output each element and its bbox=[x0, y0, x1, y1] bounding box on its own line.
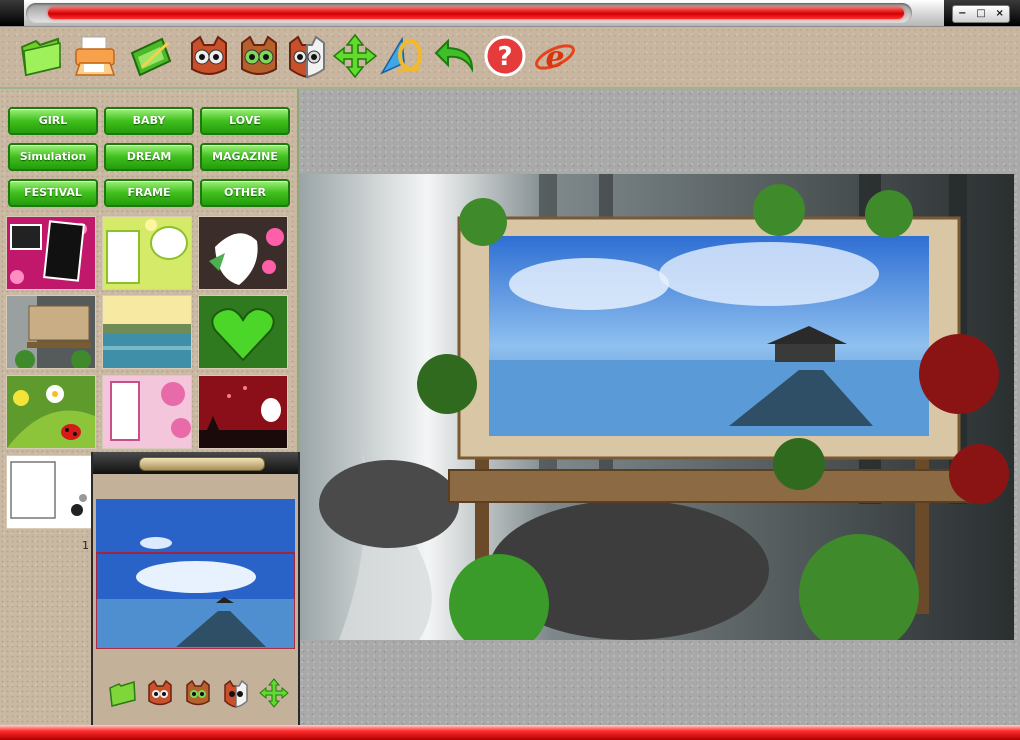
edit-photo-icon bbox=[130, 37, 172, 77]
undo-button[interactable] bbox=[432, 33, 478, 79]
minimize-button[interactable]: − bbox=[953, 6, 972, 22]
category-frame-button[interactable]: FRAME bbox=[104, 179, 194, 207]
undo-icon bbox=[434, 38, 474, 73]
template-thumbnail[interactable] bbox=[198, 375, 288, 449]
folder-icon bbox=[109, 681, 136, 707]
move-arrows-icon bbox=[332, 33, 378, 79]
window-controls: − □ × bbox=[952, 5, 1010, 23]
ladybug-flower-thumbnail bbox=[7, 376, 95, 448]
owl-face-green-icon bbox=[241, 35, 277, 75]
template-thumbnail[interactable] bbox=[102, 216, 192, 290]
template-thumbnail[interactable] bbox=[6, 216, 96, 290]
category-girl-button[interactable]: GIRL bbox=[8, 107, 98, 135]
preview-open-button[interactable] bbox=[107, 678, 137, 708]
rotate-icon bbox=[380, 36, 422, 75]
help-icon: ? bbox=[484, 35, 526, 77]
edit-photo-button[interactable] bbox=[128, 33, 174, 79]
bottom-status-bar bbox=[0, 725, 1020, 740]
page-number: 1 bbox=[82, 539, 89, 552]
internet-button[interactable]: e bbox=[532, 33, 578, 79]
preview-header bbox=[93, 452, 298, 474]
main-toolbar: ? e bbox=[0, 27, 1020, 89]
title-bar: − □ × bbox=[0, 0, 1020, 27]
pink-blossom-frame-thumbnail bbox=[103, 376, 191, 448]
preview-toolbar bbox=[103, 678, 289, 710]
composite-photo-canvas[interactable] bbox=[299, 174, 1014, 640]
template-thumbnail[interactable] bbox=[6, 455, 96, 529]
forest-billboard-thumbnail bbox=[7, 296, 95, 368]
folder-icon bbox=[20, 37, 62, 77]
owl-button-2[interactable] bbox=[236, 33, 282, 79]
move-button[interactable] bbox=[332, 33, 378, 79]
green-floral-frame-thumbnail bbox=[103, 217, 191, 289]
owl-face-icon bbox=[191, 35, 227, 75]
title-progress-slot bbox=[26, 3, 912, 23]
title-bar-left-cap bbox=[0, 0, 24, 26]
help-glyph: ? bbox=[497, 42, 512, 72]
template-thumbnail[interactable] bbox=[198, 216, 288, 290]
preview-owl-button-3[interactable] bbox=[221, 678, 251, 708]
pink-photo-frame-thumbnail bbox=[7, 217, 95, 289]
owl-button-3[interactable] bbox=[284, 33, 330, 79]
forest-billboard-scene-image bbox=[299, 174, 1014, 640]
restore-button[interactable]: □ bbox=[972, 6, 991, 22]
preview-move-button[interactable] bbox=[259, 678, 289, 708]
green-heart-thumbnail bbox=[199, 296, 287, 368]
preview-owl-button-2[interactable] bbox=[183, 678, 213, 708]
print-button[interactable] bbox=[72, 33, 118, 79]
owl-face-icon bbox=[148, 679, 172, 706]
move-arrows-icon bbox=[259, 678, 289, 708]
ie-glyph: e bbox=[545, 40, 564, 75]
sunset-lake-thumbnail bbox=[103, 296, 191, 368]
owl-face-half-icon bbox=[224, 679, 248, 708]
crop-preview-panel bbox=[91, 452, 300, 727]
category-simulation-button[interactable]: Simulation bbox=[8, 143, 98, 171]
category-dream-button[interactable]: DREAM bbox=[104, 143, 194, 171]
preview-owl-button-1[interactable] bbox=[145, 678, 175, 708]
workspace bbox=[299, 89, 1020, 725]
template-thumbnail[interactable] bbox=[6, 375, 96, 449]
owl-face-half-icon bbox=[289, 35, 325, 79]
rotate-button[interactable] bbox=[380, 33, 426, 79]
white-sketch-frame-thumbnail bbox=[7, 456, 95, 528]
template-thumbnail[interactable] bbox=[6, 295, 96, 369]
category-festival-button[interactable]: FESTIVAL bbox=[8, 179, 98, 207]
help-button[interactable]: ? bbox=[482, 33, 528, 79]
owl-face-green-icon bbox=[186, 679, 210, 706]
pink-flower-frame-thumbnail bbox=[199, 217, 287, 289]
pier-sky-preview-image bbox=[96, 499, 295, 649]
red-night-scene-thumbnail bbox=[199, 376, 287, 448]
close-button[interactable]: × bbox=[990, 6, 1009, 22]
printer-icon bbox=[74, 36, 116, 76]
owl-button-1[interactable] bbox=[186, 33, 232, 79]
category-baby-button[interactable]: BABY bbox=[104, 107, 194, 135]
crop-preview-image[interactable] bbox=[96, 499, 295, 649]
template-thumbnail[interactable] bbox=[102, 295, 192, 369]
template-thumbnail[interactable] bbox=[198, 295, 288, 369]
category-magazine-button[interactable]: MAGAZINE bbox=[200, 143, 290, 171]
open-folder-button[interactable] bbox=[18, 33, 64, 79]
preview-drag-handle[interactable] bbox=[139, 457, 265, 471]
category-other-button[interactable]: OTHER bbox=[200, 179, 290, 207]
category-love-button[interactable]: LOVE bbox=[200, 107, 290, 135]
internet-explorer-icon: e bbox=[535, 40, 575, 75]
title-progress-fill bbox=[48, 7, 904, 19]
template-thumbnail[interactable] bbox=[102, 375, 192, 449]
